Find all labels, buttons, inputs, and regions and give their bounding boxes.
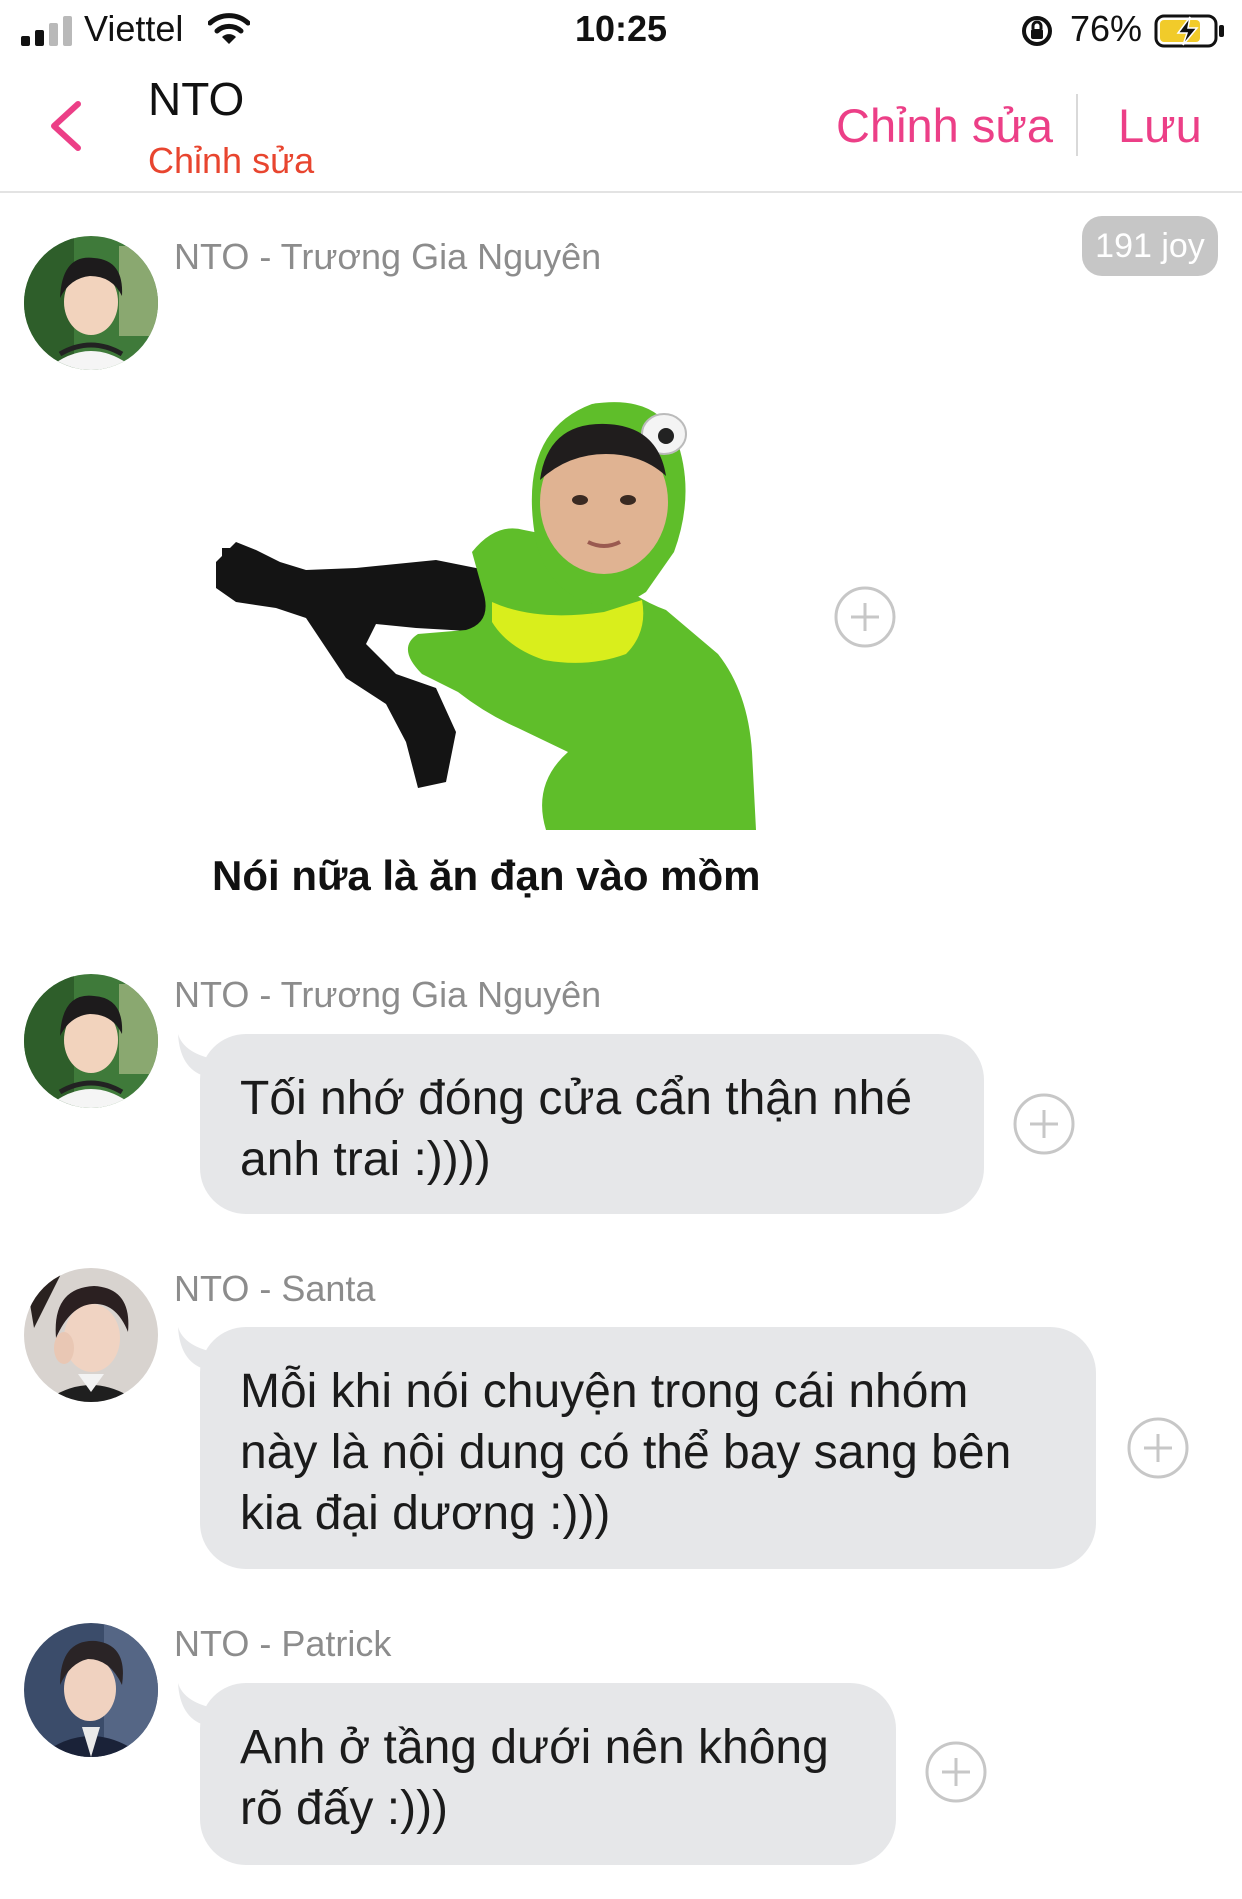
message-bubble[interactable]: Anh ở tầng dưới nên không rõ đấy :))) [200,1683,896,1865]
avatar[interactable] [24,1268,158,1402]
add-reaction-icon[interactable] [1012,1092,1076,1156]
sender-name: NTO - Trương Gia Nguyên [174,236,602,277]
avatar[interactable] [24,236,158,370]
chat-title: NTO [148,73,245,125]
sender-name: NTO - Santa [174,1268,376,1309]
battery-percent: 76% [1070,8,1143,49]
nav-divider [1076,94,1078,156]
nav-bar: NTO Chỉnh sửa Chỉnh sửa Lưu [0,62,1242,193]
chat-subtitle: Chỉnh sửa [148,140,315,181]
sticker-caption: Nói nữa là ăn đạn vào mồm [212,852,761,899]
add-reaction-icon[interactable] [1126,1416,1190,1480]
message-bubble[interactable]: Mỗi khi nói chuyện trong cái nhóm này là… [200,1327,1096,1569]
save-button[interactable]: Lưu [1118,98,1202,153]
rotation-lock-icon [1022,16,1052,46]
clock: 10:25 [574,8,668,49]
battery-charging-icon [1154,14,1224,48]
edit-button[interactable]: Chỉnh sửa [836,98,1053,153]
back-chevron-icon[interactable] [46,100,86,152]
joy-badge: 191 joy [1082,216,1218,276]
sender-name: NTO - Patrick [174,1623,392,1664]
status-bar: Viettel 10:25 76% [0,0,1242,62]
message-bubble[interactable]: Tối nhớ đóng cửa cẩn thận nhé anh trai :… [200,1034,984,1214]
add-reaction-icon[interactable] [924,1740,988,1804]
avatar[interactable] [24,974,158,1108]
kermit-gun-sticker[interactable] [196,392,808,912]
avatar[interactable] [24,1623,158,1757]
add-reaction-icon[interactable] [833,585,897,649]
sender-name: NTO - Trương Gia Nguyên [174,974,602,1015]
